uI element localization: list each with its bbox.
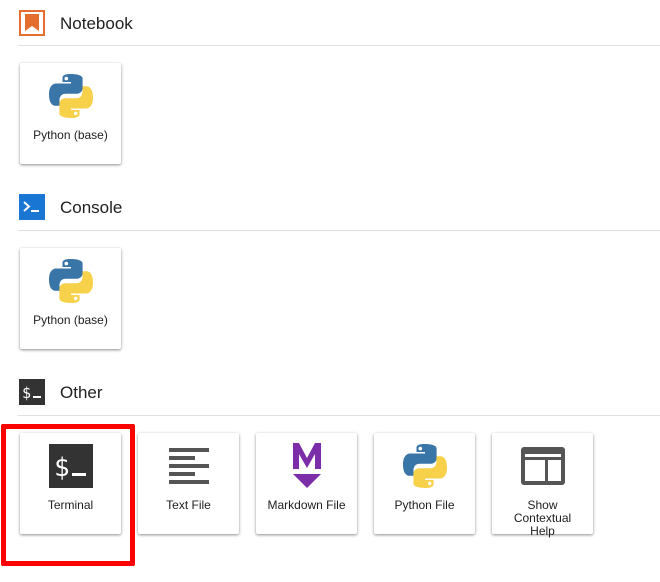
text-lines-icon [138,441,239,491]
launcher-card-label: Text File [166,498,211,512]
launcher-card-markdown-file[interactable]: Markdown File [256,433,357,534]
launcher-card-python-file[interactable]: Python File [374,433,475,534]
launcher-card-label: Python (base) [33,313,108,327]
other-section-title: Other [60,382,103,402]
other-divider [18,415,660,416]
terminal-dollar-icon: $ [20,441,121,491]
python-logo-icon [20,256,121,306]
other-section-header: $ Other [18,377,103,407]
python-logo-icon [374,441,475,491]
console-section-header: Console [18,192,122,222]
launcher-card-terminal[interactable]: $ Terminal [20,433,121,534]
launcher-card-notebook-python[interactable]: Python (base) [20,63,121,164]
launcher-card-contextual-help[interactable]: Show Contextual Help [492,433,593,538]
notebook-divider [18,45,660,46]
console-section-title: Console [60,197,123,217]
contextual-help-icon [492,441,593,491]
launcher-card-label: Python File [394,498,455,512]
notebook-section-title: Notebook [60,13,133,33]
console-divider [18,230,660,231]
terminal-dollar-icon: $ [18,379,45,406]
launcher-card-console-python[interactable]: Python (base) [20,248,121,349]
launcher-card-label: Python (base) [33,128,108,142]
launcher-card-label: Show Contextual Help [513,498,572,538]
launcher-card-label: Markdown File [267,498,346,512]
launcher-card-label: Terminal [47,498,94,512]
launcher-card-text-file[interactable]: Text File [138,433,239,534]
notebook-section-header: Notebook [18,8,133,38]
svg-text:$: $ [54,453,70,483]
python-logo-icon [20,71,121,121]
svg-text:$: $ [22,384,31,402]
markdown-m-icon [256,441,357,491]
console-prompt-icon [18,194,45,221]
notebook-bookmark-icon [18,10,45,37]
